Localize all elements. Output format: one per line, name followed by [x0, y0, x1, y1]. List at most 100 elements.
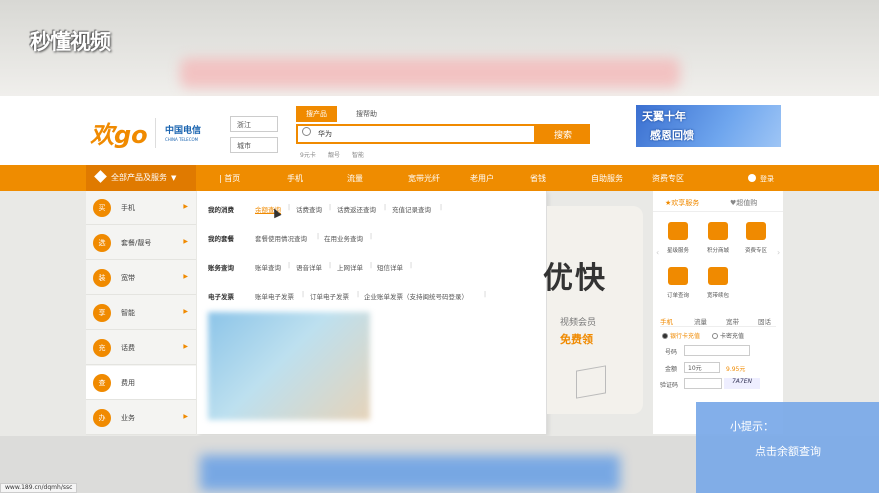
logo-divider [155, 118, 156, 148]
bank-card-radio[interactable]: 银行卡充值 [662, 331, 700, 340]
tariff-zone-icon[interactable] [746, 222, 766, 240]
dropdown-row-title: 账务查询 [208, 264, 234, 272]
china-telecom-logo-sub: CHINA TELECOM [165, 137, 199, 142]
radio-checked-icon [662, 333, 668, 339]
charge-icon: 充 [93, 339, 111, 357]
china-telecom-logo: 中国电信 [165, 126, 202, 136]
select-icon: 选 [93, 234, 111, 252]
chevron-right-icon: ▶ [183, 273, 188, 280]
video-watermark: 秒懂视频 [30, 30, 111, 54]
statement-invoice-link[interactable]: 账单电子发票 [255, 291, 294, 301]
tab-recharge-data[interactable]: 流量 [694, 316, 707, 326]
banner-line: 天翼十年 [642, 110, 686, 123]
number-label: 号码 [665, 349, 678, 356]
tab-search-product[interactable]: 搜产品 [296, 106, 337, 122]
promo-box-graphic [576, 365, 606, 399]
subtab-divider [660, 326, 776, 327]
province-select[interactable]: 浙江 [230, 116, 278, 132]
active-service-link[interactable]: 在用业务查询 [324, 233, 363, 243]
service-label: 积分商城 [706, 248, 729, 254]
tab-value-buy[interactable]: ♥超值购 [730, 198, 757, 208]
bottom-blurred-banner [200, 455, 620, 491]
category-grid-icon [94, 170, 107, 183]
category-item-phone[interactable]: 买 手机 ▶ [86, 191, 196, 225]
points-mall-icon[interactable] [708, 222, 728, 240]
panel-divider [653, 211, 783, 212]
huango-logo[interactable]: 欢go [90, 115, 148, 150]
category-item-fees[interactable]: 查 费用 [86, 366, 196, 400]
plan-usage-link[interactable]: 套餐使用情况查询 [255, 233, 307, 243]
nav-item-data[interactable]: 流量 [347, 173, 363, 184]
install-icon: 装 [93, 269, 111, 287]
radio-unchecked-icon [712, 333, 718, 339]
cart-icon[interactable] [668, 267, 688, 285]
category-item-business[interactable]: 办 业务 ▶ [86, 401, 196, 435]
star-service-icon[interactable] [668, 222, 688, 240]
hot-keyword[interactable]: 9元卡 [300, 150, 316, 159]
nav-item-home[interactable]: | 首页 [219, 173, 240, 184]
dropdown-row-title: 我的套餐 [208, 235, 234, 243]
bill-query-link[interactable]: 话费查询 [296, 204, 322, 214]
statement-query-link[interactable]: 账单查询 [255, 262, 281, 272]
dropdown-row-title: 我的消费 [208, 206, 234, 214]
category-item-plan[interactable]: 选 套餐/靓号 ▶ [86, 226, 196, 260]
nav-item-tariff[interactable]: 资费专区 [652, 173, 684, 184]
login-link[interactable]: 登录 [748, 174, 774, 184]
service-label: 宽带续包 [706, 293, 729, 299]
banner-line: 感恩回馈 [650, 129, 694, 142]
order-invoice-link[interactable]: 订单电子发票 [310, 291, 349, 301]
tip-title: 小提示： [730, 420, 774, 433]
buy-icon: 买 [93, 199, 111, 217]
promo-line2: 免费领 [560, 333, 593, 346]
card-pwd-radio[interactable]: 卡密充值 [712, 331, 744, 340]
enterprise-invoice-link[interactable]: 企业账单发票（支持闽统号码登录） [364, 291, 468, 301]
tip-text: 点击余额查询 [755, 445, 821, 458]
search-button[interactable]: 搜索 [536, 124, 590, 144]
recharge-record-link[interactable]: 充值记录查询 [392, 204, 431, 214]
hot-keyword[interactable]: 靓号 [328, 150, 340, 159]
captcha-image[interactable]: 7A7EN [724, 378, 760, 389]
internet-detail-link[interactable]: 上网详单 [337, 262, 363, 272]
amount-select[interactable]: 10元 [684, 362, 720, 373]
hot-keyword[interactable]: 智能 [352, 150, 364, 159]
chevron-right-icon: ▶ [183, 203, 188, 210]
phone-number-input[interactable] [684, 345, 750, 356]
nav-item-save[interactable]: 省钱 [530, 173, 546, 184]
search-input[interactable] [296, 124, 536, 144]
amount-label: 金额 [665, 366, 678, 373]
nav-item-self-service[interactable]: 自助服务 [591, 173, 623, 184]
all-products-label: 全部产品及服务 [111, 173, 167, 182]
promo-headline: 优快 [543, 261, 607, 296]
nav-item-broadband[interactable]: 宽带光纤 [408, 173, 440, 184]
monitor-icon[interactable] [708, 267, 728, 285]
tab-search-help[interactable]: 搜帮助 [346, 106, 387, 122]
city-select[interactable]: 城市 [230, 137, 278, 153]
handle-icon: 办 [93, 409, 111, 427]
enjoy-icon: 享 [93, 304, 111, 322]
discount-price: 9.95元 [726, 366, 746, 373]
search-icon [302, 127, 311, 136]
category-item-smart[interactable]: 享 智能 ▶ [86, 296, 196, 330]
captcha-input[interactable] [684, 378, 722, 389]
chevron-right-icon: ▶ [183, 413, 188, 420]
tab-recharge-broadband[interactable]: 宽带 [726, 316, 739, 326]
category-item-recharge[interactable]: 充 话费 ▶ [86, 331, 196, 365]
search-input-value: 华为 [318, 130, 332, 138]
tab-enjoy-service[interactable]: ★欢享服务 [665, 198, 699, 208]
status-bar-url: www.189.cn/dqmh/ssc [0, 483, 78, 493]
refund-query-link[interactable]: 话费返还查询 [337, 204, 376, 214]
anniversary-banner[interactable]: 天翼十年 感恩回馈 [636, 105, 781, 147]
all-products-menu[interactable]: 全部产品及服务 ▼ [86, 165, 196, 191]
service-label: 星级服务 [666, 248, 689, 254]
nav-item-phone[interactable]: 手机 [287, 173, 303, 184]
voice-detail-link[interactable]: 语音详单 [296, 262, 322, 272]
tab-recharge-landline[interactable]: 固话 [758, 316, 771, 326]
category-item-broadband[interactable]: 装 宽带 ▶ [86, 261, 196, 295]
nav-item-old-user[interactable]: 老用户 [470, 173, 494, 184]
tab-recharge-phone[interactable]: 手机 [660, 316, 673, 326]
promo-line1: 视频会员 [560, 318, 597, 328]
sms-detail-link[interactable]: 短信详单 [377, 262, 403, 272]
blurred-ad-image [208, 312, 370, 420]
chevron-right-icon[interactable]: › [777, 248, 780, 257]
chevron-right-icon: ▶ [183, 343, 188, 350]
